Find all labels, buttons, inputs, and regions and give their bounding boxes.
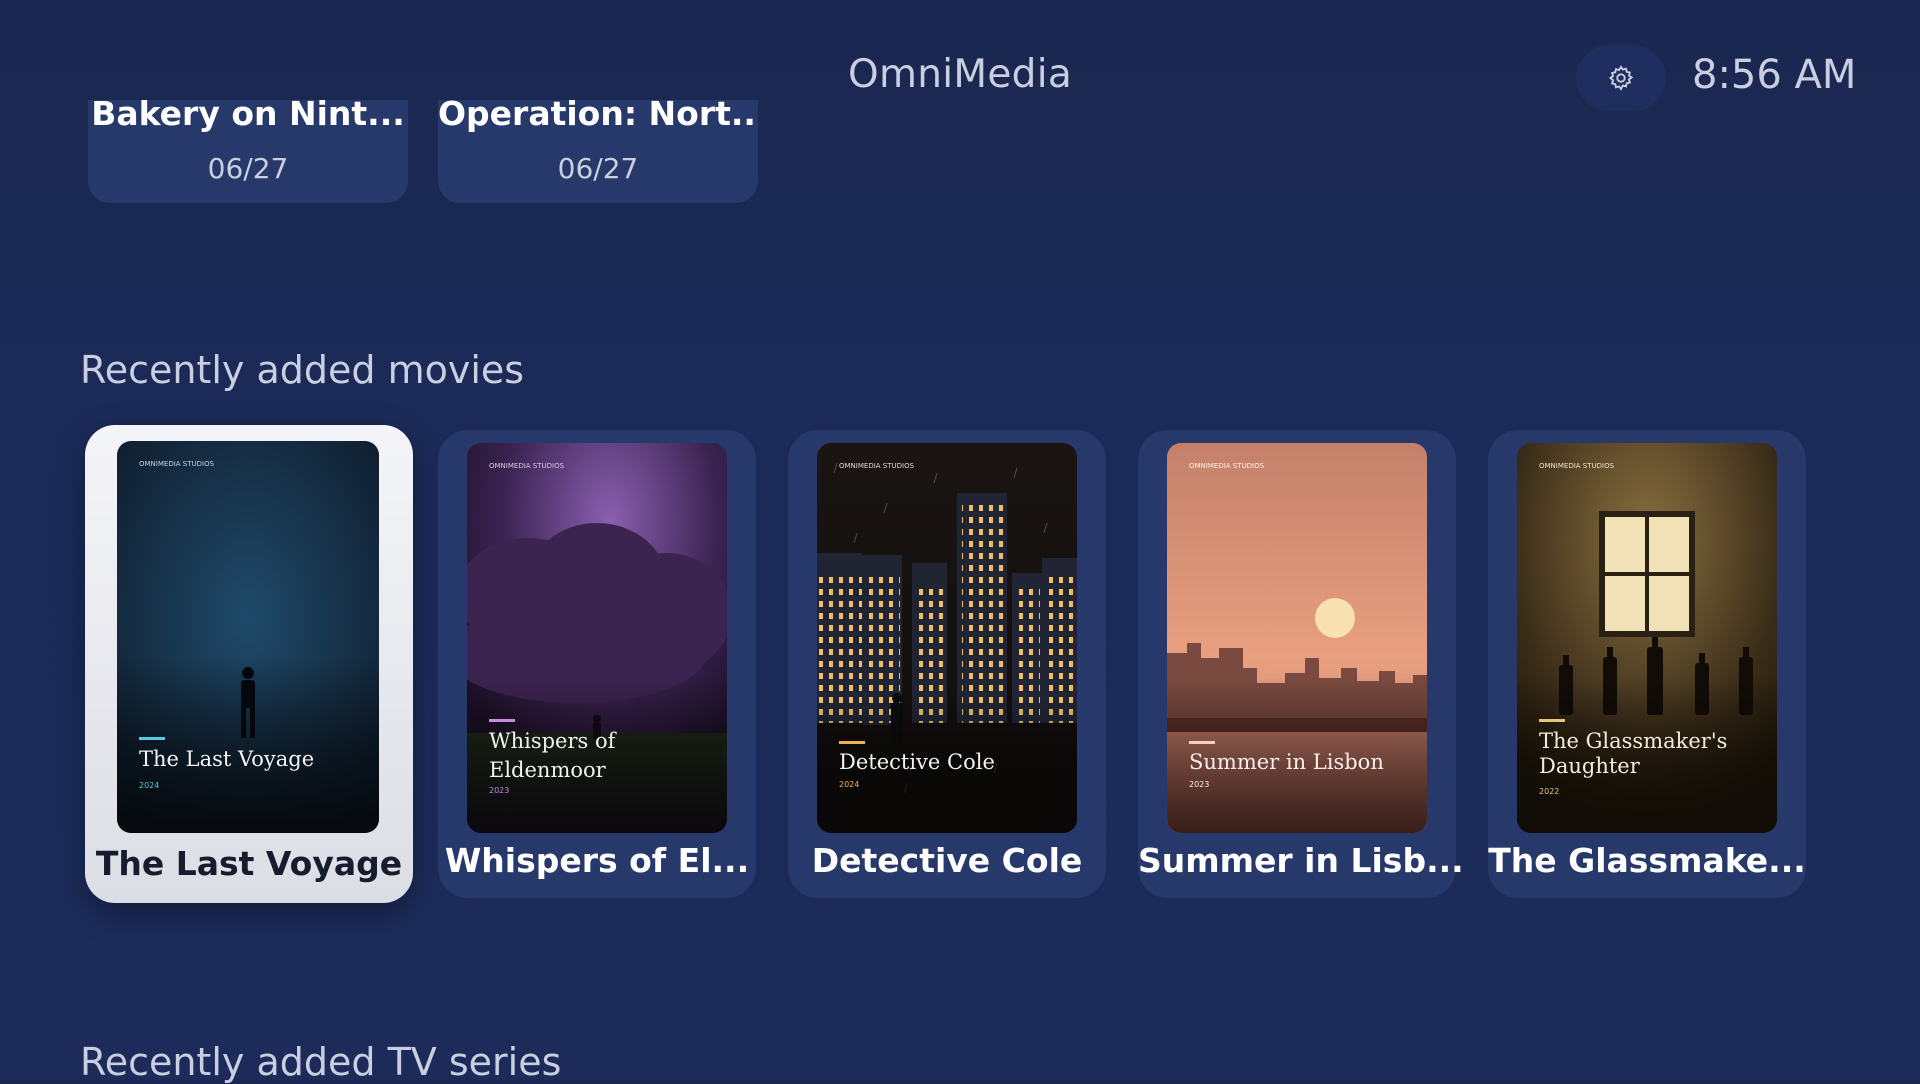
- poster-title: Whispers of: [489, 729, 618, 753]
- poster-title: Detective Cole: [839, 750, 995, 774]
- section-title-tv: Recently added TV series: [80, 1040, 562, 1084]
- studio-label: OMNIMEDIA STUDIOS: [1539, 462, 1615, 470]
- poster-year: 2024: [139, 781, 159, 790]
- poster-year: 2024: [839, 780, 859, 789]
- movie-poster: OMNIMEDIA STUDIOS The Glassmaker's Daugh…: [1517, 443, 1777, 833]
- movie-poster: OMNIMEDIA STUDIOS Whispers of Eldenmoor …: [467, 443, 727, 833]
- poster-title: The Last Voyage: [139, 747, 314, 771]
- top-card-date: 06/27: [207, 152, 289, 185]
- poster-title: Summer in Lisbon: [1189, 750, 1384, 774]
- movie-poster: OMNIMEDIA STUDIOS Summer in Lisbon 2023: [1167, 443, 1427, 833]
- poster-title-line2: Daughter: [1539, 754, 1641, 778]
- clock: 8:56 AM: [1692, 52, 1857, 98]
- section-title-movies: Recently added movies: [80, 348, 525, 392]
- movie-card[interactable]: OMNIMEDIA STUDIOS Detective Cole 2024 De…: [788, 430, 1106, 898]
- movie-card[interactable]: OMNIMEDIA STUDIOS The Glassmaker's Daugh…: [1488, 430, 1806, 898]
- movie-card-title: The Last Voyage: [95, 844, 403, 883]
- top-card-title: Bakery on Nint...: [91, 100, 405, 133]
- top-card-date: 06/27: [557, 152, 639, 185]
- movie-card-title: Summer in Lisb...: [1138, 841, 1464, 880]
- movie-card[interactable]: OMNIMEDIA STUDIOS Whispers of Eldenmoor …: [438, 430, 756, 898]
- top-card-title: Operation: Nort...: [438, 100, 758, 133]
- settings-button[interactable]: [1577, 46, 1665, 110]
- accent-bar: [1189, 741, 1215, 744]
- studio-label: OMNIMEDIA STUDIOS: [839, 462, 915, 470]
- accent-bar: [1539, 719, 1565, 722]
- movie-card-title: Whispers of El...: [444, 841, 750, 880]
- studio-label: OMNIMEDIA STUDIOS: [139, 460, 215, 468]
- movie-poster: OMNIMEDIA STUDIOS Detective Cole 2024: [817, 443, 1077, 833]
- movie-card[interactable]: OMNIMEDIA STUDIOS Summer in Lisbon 2023 …: [1138, 430, 1464, 898]
- poster-year: 2023: [489, 786, 509, 795]
- movie-poster: OMNIMEDIA STUDIOS The Last Voyage 2024: [117, 441, 379, 833]
- movie-card-title: Detective Cole: [811, 841, 1083, 880]
- movie-card[interactable]: OMNIMEDIA STUDIOS The Last Voyage 2024 T…: [85, 425, 413, 903]
- top-row-card[interactable]: Bakery on Nint... 06/27: [88, 100, 408, 203]
- accent-bar: [489, 719, 515, 722]
- studio-label: OMNIMEDIA STUDIOS: [1189, 462, 1265, 470]
- top-row-card[interactable]: Operation: Nort... 06/27: [438, 100, 758, 203]
- accent-bar: [839, 741, 865, 744]
- studio-label: OMNIMEDIA STUDIOS: [489, 462, 565, 470]
- poster-year: 2022: [1539, 787, 1559, 796]
- gear-icon: [1608, 65, 1634, 91]
- poster-title: The Glassmaker's: [1539, 729, 1727, 753]
- poster-title-line2: Eldenmoor: [489, 758, 607, 782]
- accent-bar: [139, 737, 165, 740]
- movie-card-title: The Glassmake...: [1488, 841, 1806, 880]
- poster-year: 2023: [1189, 780, 1209, 789]
